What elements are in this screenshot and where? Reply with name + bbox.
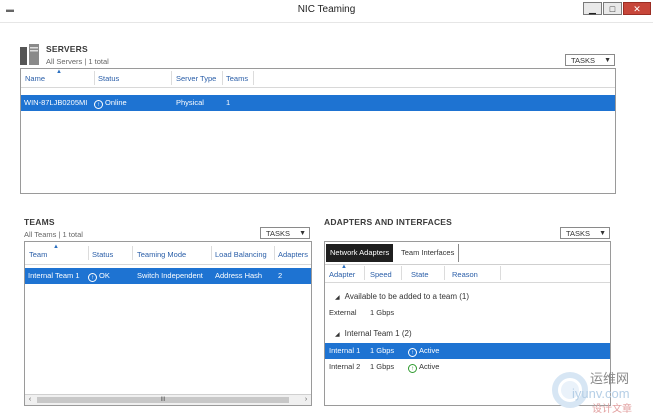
group-internal-team[interactable]: ◢ Internal Team 1 (2): [335, 329, 412, 338]
maximize-button[interactable]: □: [603, 2, 622, 15]
servers-tasks-label: TASKS: [571, 56, 596, 65]
horizontal-scrollbar[interactable]: ‹ III ›: [25, 394, 311, 405]
col-team[interactable]: Team: [29, 250, 47, 259]
teams-grid: ▲ Team Status Teaming Mode Load Balancin…: [24, 241, 312, 406]
team-mode: Switch Independent: [137, 271, 203, 280]
status-up-icon: ↑: [94, 100, 103, 109]
adapter-speed: 1 Gbps: [370, 308, 395, 317]
minimize-button[interactable]: ▁: [583, 2, 602, 15]
servers-subtitle: All Servers | 1 total: [46, 57, 109, 66]
collapse-icon[interactable]: ◢: [335, 295, 340, 301]
group-internal-team-label: Internal Team 1 (2): [344, 329, 412, 338]
adapters-tabbar: Network Adapters Team Interfaces: [325, 242, 610, 265]
adapter-state-label: Active: [419, 346, 440, 355]
col-adapters[interactable]: Adapters: [278, 250, 308, 259]
chevron-down-icon: ▼: [599, 230, 606, 237]
sort-ascending-icon: ▲: [53, 244, 59, 250]
status-up-icon: ↑: [408, 348, 417, 357]
scroll-right-icon[interactable]: ›: [301, 395, 311, 405]
table-row[interactable]: WIN-87LJB0205MI ↑ Online Physical 1: [21, 95, 615, 111]
watermark: 运维网 iyunv.com 设计文章: [548, 364, 653, 415]
col-teams[interactable]: Teams: [226, 74, 248, 83]
title-bar: ▬ NIC Teaming ▁ □ ✕: [0, 0, 653, 23]
teams-tasks-button[interactable]: TASKS ▼: [260, 227, 310, 239]
adapters-tasks-button[interactable]: TASKS ▼: [560, 227, 610, 239]
col-name[interactable]: Name: [25, 74, 45, 83]
adapters-title: ADAPTERS AND INTERFACES: [324, 217, 453, 227]
status-up-icon: ↑: [408, 364, 417, 373]
server-name: WIN-87LJB0205MI: [24, 98, 88, 107]
group-available-label: Available to be added to a team (1): [344, 292, 470, 301]
adapter-state: ↑ Active: [408, 343, 439, 359]
teams-tasks-label: TASKS: [266, 229, 291, 238]
team-name: Internal Team 1: [28, 271, 80, 280]
chevron-down-icon: ▼: [299, 230, 306, 237]
col-status[interactable]: Status: [98, 74, 119, 83]
servers-header: ▲ Name Status Server Type Teams: [21, 69, 615, 88]
window-title: NIC Teaming: [297, 4, 356, 15]
sort-ascending-icon: ▲: [56, 69, 62, 75]
scroll-left-icon[interactable]: ‹: [25, 395, 35, 405]
scroll-grip-icon: III: [160, 397, 166, 403]
tab-network-adapters[interactable]: Network Adapters: [326, 244, 394, 262]
teams-header: ▲ Team Status Teaming Mode Load Balancin…: [25, 242, 311, 265]
col-speed[interactable]: Speed: [370, 270, 392, 279]
adapter-speed: 1 Gbps: [370, 346, 395, 355]
server-type: Physical: [176, 98, 204, 107]
col-server-type[interactable]: Server Type: [176, 74, 216, 83]
adapter-state-label: Active: [419, 362, 440, 371]
status-up-icon: ↑: [88, 273, 97, 282]
teams-subtitle: All Teams | 1 total: [24, 230, 83, 239]
col-adapter[interactable]: Adapter: [329, 270, 355, 279]
watermark-caption: 设计文章: [592, 404, 632, 415]
servers-title: SERVERS: [46, 44, 88, 54]
chevron-down-icon: ▼: [604, 57, 611, 64]
col-teaming-mode[interactable]: Teaming Mode: [137, 250, 186, 259]
list-item[interactable]: External 1 Gbps: [325, 305, 610, 321]
col-team-status[interactable]: Status: [92, 250, 113, 259]
col-state[interactable]: State: [411, 270, 429, 279]
table-row[interactable]: Internal Team 1 ↑ OK Switch Independent A…: [25, 268, 311, 284]
server-teams: 1: [226, 98, 231, 107]
servers-grid: ▲ Name Status Server Type Teams WIN-87LJ…: [20, 68, 616, 194]
servers-tasks-button[interactable]: TASKS ▼: [565, 54, 615, 66]
col-reason[interactable]: Reason: [452, 270, 478, 279]
adapters-header: ▲ Adapter Speed State Reason: [325, 264, 610, 283]
watermark-domain: iyunv.com: [572, 386, 630, 401]
tab-team-interfaces[interactable]: Team Interfaces: [397, 244, 460, 262]
col-load-balancing[interactable]: Load Balancing: [215, 250, 267, 259]
adapter-state: ↑ Active: [408, 359, 439, 375]
close-button[interactable]: ✕: [623, 2, 651, 15]
adapter-name: Internal 1: [329, 346, 361, 355]
adapter-speed: 1 Gbps: [370, 362, 395, 371]
watermark-text: 运维网: [590, 371, 630, 386]
teams-title: TEAMS: [24, 217, 55, 227]
adapter-name: External: [329, 308, 357, 317]
team-load-balancing: Address Hash: [215, 271, 263, 280]
adapters-tasks-label: TASKS: [566, 229, 591, 238]
group-available[interactable]: ◢ Available to be added to a team (1): [335, 292, 469, 301]
team-status: ↑ OK: [88, 268, 110, 284]
server-status-label: Online: [105, 98, 127, 107]
team-adapters: 2: [278, 271, 283, 280]
list-item[interactable]: Internal 1 1 Gbps ↑ Active: [325, 343, 610, 359]
servers-icon: [20, 44, 39, 65]
collapse-icon[interactable]: ◢: [335, 332, 340, 338]
server-status: ↑ Online: [94, 95, 127, 111]
team-status-label: OK: [99, 271, 110, 280]
adapter-name: Internal 2: [329, 362, 361, 371]
